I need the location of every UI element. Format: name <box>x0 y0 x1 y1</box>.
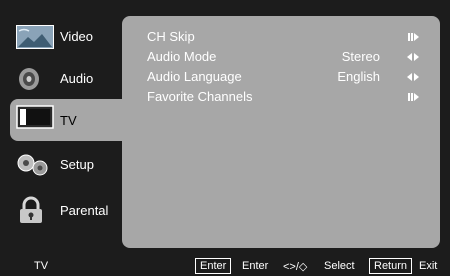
return-key-hint: Return <box>369 258 413 274</box>
enter-arrow-icon <box>408 93 419 101</box>
menu-row-audio-language[interactable]: Audio Language English <box>147 68 430 86</box>
tv-screen-icon <box>16 105 54 129</box>
menu-row-label: Audio Language <box>147 69 242 84</box>
sidebar-item-label: Video <box>60 29 94 44</box>
menu-row-label: Audio Mode <box>147 49 217 64</box>
menu-row-label: Favorite Channels <box>147 89 253 104</box>
menu-row-audio-mode[interactable]: Audio Mode Stereo <box>147 48 430 66</box>
left-right-arrow-icon <box>407 73 419 81</box>
current-section-label: TV <box>34 260 49 272</box>
select-action-label: Select <box>324 260 355 272</box>
enter-action-label: Enter <box>242 260 269 272</box>
sidebar-item-setup[interactable]: Setup <box>10 146 122 184</box>
menu-row-label: CH Skip <box>147 29 195 44</box>
help-bar: TV Enter Enter <>/◇ Select Return Exit <box>0 256 450 276</box>
sidebar-item-label: Setup <box>60 157 94 172</box>
sidebar-item-audio[interactable]: Audio <box>10 60 122 98</box>
padlock-icon <box>20 196 42 223</box>
navigate-arrows-icon: <>/◇ <box>283 261 308 273</box>
sidebar-item-video[interactable]: Video <box>10 18 122 56</box>
menu-row-value: Stereo <box>341 49 380 64</box>
speaker-icon <box>19 68 39 90</box>
menu-row-value: English <box>337 69 380 84</box>
video-landscape-icon <box>16 25 54 49</box>
sidebar-item-label: TV <box>60 113 77 128</box>
left-right-arrow-icon <box>407 53 419 61</box>
gears-icon <box>17 154 48 176</box>
sidebar-item-tv[interactable]: TV <box>10 99 122 141</box>
sidebar-item-label: Parental <box>60 203 109 218</box>
settings-panel: CH Skip Audio Mode Stereo Audio Language… <box>122 16 440 248</box>
enter-key-hint: Enter <box>195 258 232 274</box>
enter-arrow-icon <box>408 33 419 41</box>
menu-row-ch-skip[interactable]: CH Skip <box>147 28 430 46</box>
menu-row-favorite-channels[interactable]: Favorite Channels <box>147 88 430 106</box>
sidebar-item-parental[interactable]: Parental <box>10 192 122 230</box>
sidebar-item-label: Audio <box>60 71 94 86</box>
exit-action-label: Exit <box>419 260 438 272</box>
